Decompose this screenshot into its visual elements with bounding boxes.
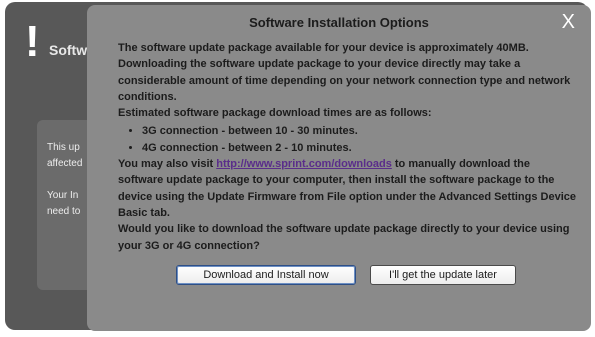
visit-prefix: You may also visit [118, 158, 217, 171]
question-text: Would you like to download the software … [118, 223, 570, 252]
install-options-dialog: Software Installation Options X The soft… [87, 5, 591, 331]
background-text-line: This up [47, 142, 80, 153]
exclamation-icon: ! [25, 17, 40, 66]
estimate-list: 3G connection - between 10 - 30 minutes.… [118, 123, 578, 156]
estimate-heading: Estimated software package download time… [118, 107, 432, 120]
button-row: Download and Install now I'll get the up… [87, 265, 591, 287]
download-install-button[interactable]: Download and Install now [176, 265, 356, 285]
downloads-link[interactable]: http://www.sprint.com/downloads [216, 158, 392, 170]
background-text-line: affected [47, 158, 83, 169]
visit-text: You may also visit http://www.sprint.com… [118, 156, 578, 221]
background-text-line: need to [47, 206, 81, 217]
dialog-title: Software Installation Options [249, 15, 429, 30]
estimate-item-3g: 3G connection - between 10 - 30 minutes. [142, 123, 578, 139]
dialog-body: The software update package available fo… [118, 40, 578, 254]
background-text-line: Your In [47, 190, 79, 201]
update-later-button[interactable]: I'll get the update later [370, 265, 516, 285]
intro-text: The software update package available fo… [118, 42, 571, 103]
estimate-item-4g: 4G connection - between 2 - 10 minutes. [142, 140, 578, 156]
close-icon[interactable]: X [562, 10, 575, 34]
